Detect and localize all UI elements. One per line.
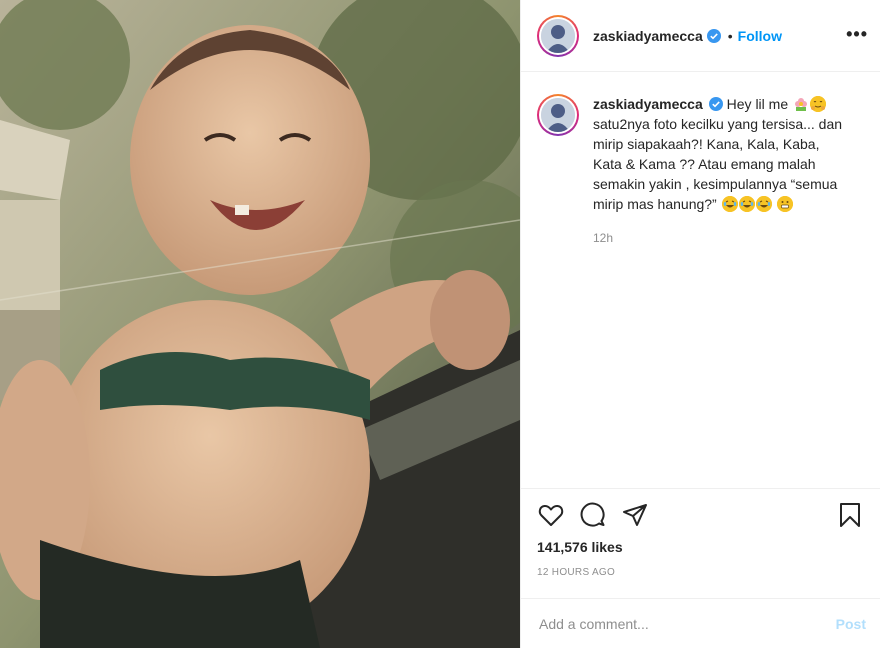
caption-avatar-image — [541, 98, 575, 132]
action-bar: 141,576 likes 12 HOURS AGO — [521, 488, 880, 610]
post-photo[interactable] — [0, 0, 520, 648]
flower-emoji-icon — [793, 96, 809, 112]
heart-icon[interactable] — [537, 501, 565, 529]
share-icon[interactable] — [621, 501, 649, 529]
avatar[interactable] — [537, 14, 579, 57]
comment-form: Post — [521, 598, 880, 648]
caption-text: zaskiadyamecca Hey lil me satu2nya foto … — [593, 94, 849, 248]
caption-row: zaskiadyamecca Hey lil me satu2nya foto … — [537, 94, 864, 248]
caption-username[interactable]: zaskiadyamecca — [593, 96, 703, 112]
likes-count[interactable]: 141,576 likes — [537, 539, 864, 555]
joy-emoji-icon — [755, 196, 772, 212]
caption-section: zaskiadyamecca Hey lil me satu2nya foto … — [521, 72, 880, 488]
separator-dot: • — [727, 27, 733, 44]
avatar-image — [541, 18, 575, 53]
grimace-emoji-icon — [776, 196, 793, 212]
follow-button[interactable]: Follow — [738, 28, 782, 44]
verified-icon — [706, 28, 721, 43]
hugging-emoji-icon — [810, 96, 827, 112]
joy-emoji-icon — [738, 196, 755, 212]
comment-input[interactable] — [539, 615, 836, 632]
caption-avatar[interactable] — [537, 94, 579, 136]
action-icons — [537, 499, 864, 531]
joy-emoji-icon — [721, 196, 738, 212]
post-header: zaskiadyamecca • Follow ••• — [521, 0, 880, 72]
more-icon[interactable]: ••• — [846, 24, 868, 45]
caption-text-start: Hey lil me — [726, 96, 789, 112]
caption-verified-icon — [708, 97, 723, 111]
comment-icon[interactable] — [579, 501, 607, 529]
post-side-panel: zaskiadyamecca • Follow ••• zaskiadyamec… — [520, 0, 880, 648]
caption-time[interactable]: 12h — [593, 228, 849, 248]
author-username[interactable]: zaskiadyamecca — [593, 28, 703, 44]
caption-text-body: satu2nya foto kecilku yang tersisa... da… — [593, 116, 843, 212]
bookmark-icon[interactable] — [836, 501, 864, 529]
post-comment-button[interactable]: Post — [836, 616, 866, 632]
baby-photo-illustration — [0, 0, 520, 648]
post-timestamp[interactable]: 12 HOURS AGO — [537, 567, 864, 578]
